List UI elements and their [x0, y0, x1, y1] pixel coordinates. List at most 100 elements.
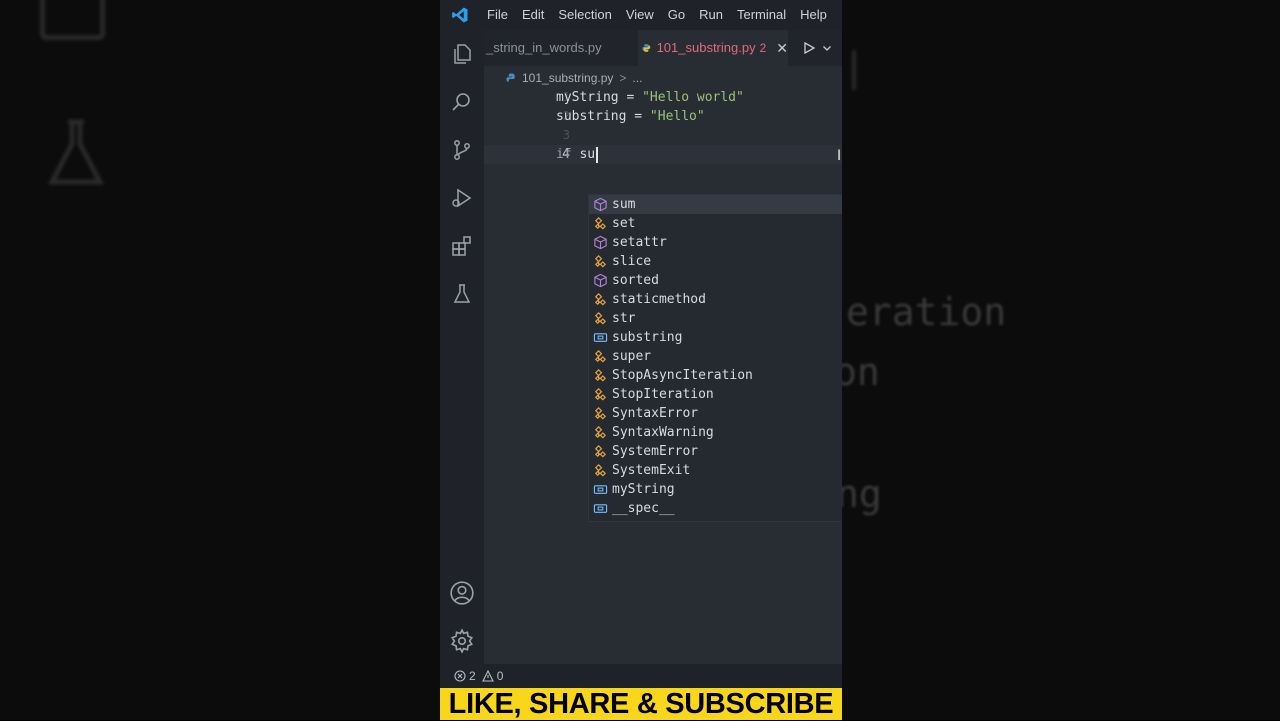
ghost-text-1: eration: [846, 290, 1007, 334]
ghost-edge: [842, 50, 856, 90]
source-control-icon[interactable]: [446, 134, 478, 166]
line-number: 3: [562, 128, 570, 142]
editor-actions: [802, 30, 832, 66]
settings-gear-icon[interactable]: [446, 625, 478, 657]
suggestion-label: substring: [612, 330, 683, 345]
menu-terminal[interactable]: Terminal: [730, 0, 793, 30]
breadcrumb-separator: >: [619, 71, 627, 85]
breadcrumb-file[interactable]: 101_substring.py: [522, 71, 613, 85]
variable-symbol-icon: [593, 501, 608, 516]
background-left: [0, 0, 440, 720]
tab-string-in-words[interactable]: _string_in_words.py: [484, 30, 626, 66]
suggestion-item[interactable]: sorted: [589, 271, 842, 290]
suggestion-label: setattr: [612, 235, 667, 250]
suggestion-label: myString: [612, 482, 675, 497]
menu-run[interactable]: Run: [692, 0, 730, 30]
text-cursor: [596, 146, 599, 163]
run-file-icon[interactable]: [802, 41, 816, 55]
subscribe-banner: LIKE, SHARE & SUBSCRIBE: [440, 688, 842, 720]
extensions-icon[interactable]: [446, 230, 478, 262]
class-symbol-icon: [593, 349, 608, 364]
code-line-current: 4 if su: [484, 145, 842, 164]
tab-label: _string_in_words.py: [486, 40, 602, 55]
testing-flask-icon[interactable]: [446, 278, 478, 310]
suggestion-item[interactable]: __spec__: [589, 499, 842, 518]
class-symbol-icon: [593, 292, 608, 307]
suggestion-item[interactable]: SyntaxError: [589, 404, 842, 423]
suggestion-item[interactable]: staticmethod: [589, 290, 842, 309]
line-text: if su: [556, 145, 599, 164]
code-line: 3: [484, 126, 842, 145]
suggestion-label: SyntaxWarning: [612, 425, 714, 440]
warning-count: 0: [496, 669, 504, 683]
suggestion-item[interactable]: super: [589, 347, 842, 366]
ghost-text-2: on: [842, 350, 880, 394]
ghost-flask-icon: [47, 119, 105, 185]
banner-text: LIKE, SHARE & SUBSCRIBE: [448, 687, 834, 720]
line-text: substring = "Hello": [556, 109, 705, 124]
menu-help[interactable]: Help: [793, 0, 834, 30]
suggestion-label: staticmethod: [612, 292, 706, 307]
suggestion-label: sum: [612, 197, 636, 212]
chevron-down-icon[interactable]: [822, 43, 832, 53]
vscode-logo-icon: [440, 0, 480, 30]
suggestion-label: SystemExit: [612, 463, 691, 478]
suggestion-label: StopIteration: [612, 387, 714, 402]
explorer-icon[interactable]: [446, 38, 478, 70]
suggestion-item[interactable]: SyntaxWarning: [589, 423, 842, 442]
python-file-icon: [506, 72, 515, 82]
run-debug-icon[interactable]: [446, 182, 478, 214]
title-bar: File Edit Selection View Go Run Terminal…: [440, 0, 842, 30]
class-symbol-icon: [593, 387, 608, 402]
suggestion-label: slice: [612, 254, 652, 269]
close-tab-icon[interactable]: ✕: [776, 30, 788, 66]
suggestion-item[interactable]: SystemExit: [589, 461, 842, 480]
ghost-explorer-icon: [40, 0, 105, 40]
menu-file[interactable]: File: [480, 0, 515, 30]
problems-indicator[interactable]: 2 0: [454, 669, 503, 683]
editor-area: _string_in_words.py 101_substring.py 2 ✕…: [484, 30, 842, 664]
activity-bar: [440, 30, 484, 664]
menu-go[interactable]: Go: [661, 0, 692, 30]
tab-label: 101_substring.py: [656, 40, 756, 55]
class-symbol-icon: [593, 425, 608, 440]
account-icon[interactable]: [446, 577, 478, 609]
class-symbol-icon: [593, 254, 608, 269]
variable-symbol-icon: [593, 330, 608, 345]
ghost-text-3: ng: [842, 472, 882, 516]
class-symbol-icon: [593, 463, 608, 478]
menu-selection[interactable]: Selection: [551, 0, 618, 30]
suggestion-item[interactable]: substring: [589, 328, 842, 347]
menu-view[interactable]: View: [619, 0, 661, 30]
class-symbol-icon: [593, 216, 608, 231]
search-icon[interactable]: [446, 86, 478, 118]
suggestion-label: str: [612, 311, 636, 326]
menu-bar: File Edit Selection View Go Run Terminal…: [480, 0, 834, 30]
line-text: myString = "Hello world": [556, 90, 744, 105]
suggestion-item[interactable]: SystemError: [589, 442, 842, 461]
suggestion-item[interactable]: StopIteration: [589, 385, 842, 404]
suggestion-item[interactable]: setattr: [589, 233, 842, 252]
suggestion-label: super: [612, 349, 652, 364]
suggestion-item[interactable]: set: [589, 214, 842, 233]
tab-101-substring[interactable]: 101_substring.py 2 ✕: [638, 30, 788, 66]
error-count: 2: [469, 669, 476, 683]
tab-problem-count: 2: [759, 41, 767, 55]
mouse-ibeam-cursor: I: [837, 148, 842, 164]
class-symbol-icon: [593, 406, 608, 421]
breadcrumb-rest[interactable]: ...: [632, 71, 642, 85]
suggestion-item[interactable]: sum: [589, 195, 842, 214]
autocomplete-suggestions: sum set setattr slice sorted staticmethod str s…: [588, 194, 842, 522]
suggestion-item[interactable]: myString: [589, 480, 842, 499]
suggestion-item[interactable]: slice: [589, 252, 842, 271]
code-line: 1 myString = "Hello world": [484, 88, 842, 107]
function-symbol-icon: [593, 273, 608, 288]
menu-edit[interactable]: Edit: [515, 0, 551, 30]
code-line: 2 substring = "Hello": [484, 107, 842, 126]
suggestion-item[interactable]: str: [589, 309, 842, 328]
suggestion-item[interactable]: StopAsyncIteration: [589, 366, 842, 385]
status-bar: 2 0: [440, 664, 842, 688]
class-symbol-icon: [593, 368, 608, 383]
breadcrumb: 101_substring.py > ...: [506, 68, 642, 88]
class-symbol-icon: [593, 444, 608, 459]
